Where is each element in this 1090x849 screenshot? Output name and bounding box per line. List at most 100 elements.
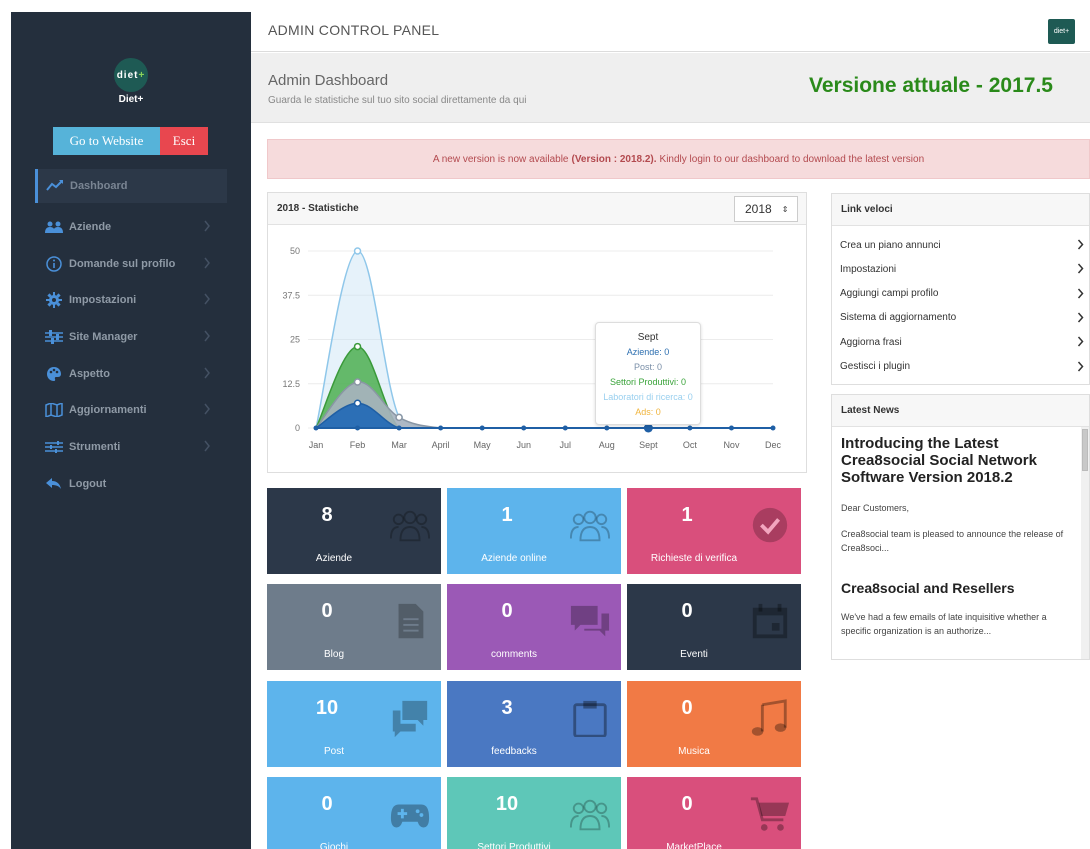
tooltip-line-settori: Settori Produttivi: 0 [609,377,687,387]
chart-point [353,247,362,255]
current-version: Versione attuale - 2017.5 [809,74,1053,97]
sidebar-item-aziende[interactable]: Aziende [35,210,227,244]
stat-tile-value: 1 [681,504,693,526]
palette-icon [43,367,65,381]
stat-tile-value: 3 [501,697,513,719]
sidebar-item-domande-sul-profilo[interactable]: Domande sul profilo [35,247,227,281]
updown-arrows-icon: ⇕ [781,204,789,214]
sidebar-item-impostazioni[interactable]: Impostazioni [35,283,227,317]
stat-tile-value: 0 [681,793,693,815]
sidebar-item-label: Domande sul profilo [69,258,176,270]
chart-point [479,425,485,431]
stat-tile-blog[interactable]: 0 Blog [267,584,441,670]
tooltip-line-ads: Ads: 0 [635,407,661,417]
chart-point [396,425,402,431]
stat-tile-comments[interactable]: 0 comments [447,584,621,670]
year-select[interactable]: 2018 ⇕ [734,196,798,222]
stat-tile-eventi[interactable]: 0 Eventi [627,584,801,670]
brand-logo[interactable]: diet + [114,58,148,92]
chart-tooltip: Sept Aziende: 0 Post: 0 Settori Produtti… [595,322,701,425]
quick-link-label: Aggiorna frasi [840,336,902,348]
sidebar-item-label: Site Manager [69,331,138,343]
stat-tile-settori-produttivi[interactable]: 10 Settori Produttivi [447,777,621,849]
sidebar: diet + Diet+ Go to Website Esci Dashboard… [11,12,251,849]
calendar-icon [749,602,791,642]
chart-y-tick-label: 50 [290,246,300,256]
clipboard-icon [569,699,611,739]
chart-x-tick-label: Mar [391,440,407,450]
update-alert: A new version is now available (Version … [267,139,1090,179]
quick-link-item[interactable]: Impostazioni [840,257,1084,281]
stat-tile-value: 10 [495,793,519,815]
stat-tile-marketplace[interactable]: 0 MarketPlace [627,777,801,849]
esci-button[interactable]: Esci [160,127,208,155]
header-logo[interactable]: diet+ [1048,19,1075,44]
map-icon [43,403,65,417]
latest-news-title: Latest News [841,405,900,416]
news-article-greeting: Dear Customers, [841,503,910,513]
news-scrollbar[interactable] [1081,427,1089,659]
chevron-right-icon [1077,361,1084,371]
chart-point [438,425,444,431]
stat-tile-giochi[interactable]: 0 Giochi [267,777,441,849]
page-description: Guarda le statistiche sul tuo sito socia… [268,95,527,106]
tooltip-line-aziende: Aziende: 0 [626,347,670,357]
chevron-right-icon [204,403,210,415]
news-scrollbar-thumb[interactable] [1082,429,1088,471]
news-article-excerpt: Crea8social team is pleased to announce … [841,529,1064,553]
news-article-title[interactable]: Crea8social and Resellers [841,580,1015,596]
statistics-panel-header: 2018 - Statistiche 2018 ⇕ [268,193,806,225]
sidebar-item-site-manager[interactable]: Site Manager [35,320,227,354]
chart-point [687,425,693,431]
stat-tile-label: MarketPlace [666,842,722,849]
stat-tile-post[interactable]: 10 Post [267,681,441,767]
stat-tile-aziende[interactable]: 8 Aziende [267,488,441,574]
stat-tile-value: 1 [501,504,513,526]
chart-point [353,342,362,351]
stat-tile-label: comments [490,649,538,660]
cart-icon [749,795,791,835]
sidebar-item-aspetto[interactable]: Aspetto [35,357,227,391]
gear-icon [43,292,65,308]
chart-x-tick-label: Oct [683,440,698,450]
comments-icon [569,602,611,642]
sidebar-item-label: Strumenti [69,441,121,453]
chart-x-tick-label: Jun [516,440,531,450]
quick-link-item[interactable]: Gestisci i plugin [840,355,1084,379]
stat-tile-feedbacks[interactable]: 3 feedbacks [447,681,621,767]
go-to-website-button[interactable]: Go to Website [53,127,160,155]
stat-tile-value: 0 [681,697,693,719]
quick-link-item[interactable]: Sistema di aggiornamento [840,306,1084,330]
quick-link-item[interactable]: Crea un piano annunci [840,233,1084,257]
stat-tile-value: 0 [321,793,333,815]
sidebar-item-logout[interactable]: Logout [35,467,227,501]
chart-x-tick-label: Aug [599,440,615,450]
stat-tile-musica[interactable]: 0 Musica [627,681,801,767]
stat-tile-aziende-online[interactable]: 1 Aziende online [447,488,621,574]
chart-x-tick-label: Sept [639,440,658,450]
page-title: Admin Dashboard [268,72,389,89]
sidebar-item-aggiornamenti[interactable]: Aggiornamenti [35,393,227,427]
sidebar-item-strumenti[interactable]: Strumenti [35,430,227,464]
sidebar-item-dashboard[interactable]: Dashboard [35,169,227,203]
latest-news-header: Latest News [832,395,1089,427]
sliders-icon [43,330,65,344]
latest-news-panel: Latest News Introducing the Latest Crea8… [831,394,1090,660]
chart-point [521,425,527,431]
quick-link-item[interactable]: Aggiorna frasi [840,330,1084,354]
stat-tile-value: 0 [681,600,693,622]
chart-point [355,425,361,431]
stat-tile-richieste-di-verifica[interactable]: 1 Richieste di verifica [627,488,801,574]
page-header: Admin Dashboard Guarda le statistiche su… [251,53,1090,123]
info-circle-icon [43,256,65,272]
chevron-right-icon [1077,312,1084,323]
reply-icon [43,477,65,491]
sidebar-item-label: Dashboard [70,180,128,192]
quick-link-item[interactable]: Aggiungi campi profilo [840,282,1084,306]
tools-icon [43,440,65,454]
stat-tile-value: 0 [501,600,513,622]
brand-name: Diet+ [118,94,144,105]
news-article-title[interactable]: Introducing the Latest Crea8social Socia… [841,435,1073,486]
alert-text-before: A new version is now available [432,153,569,165]
chat-icon [389,699,431,739]
